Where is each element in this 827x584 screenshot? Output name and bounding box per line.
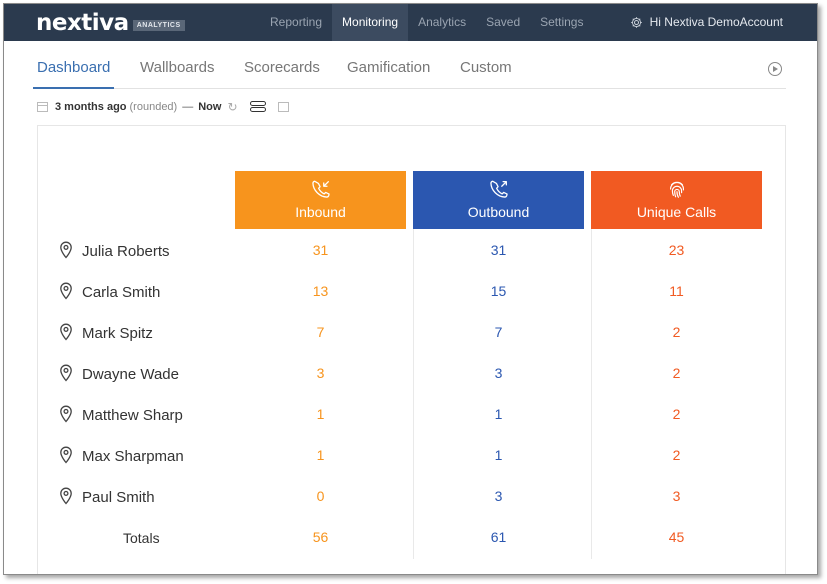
- logo-badge: ANALYTICS: [132, 19, 185, 31]
- outbound-total: 61: [490, 529, 507, 545]
- location-pin-icon: [60, 487, 72, 505]
- gear-icon[interactable]: [630, 16, 643, 29]
- tab-wallboards[interactable]: Wallboards: [140, 48, 214, 88]
- nextiva-logo[interactable]: nextiva ANALYTICS: [36, 10, 185, 36]
- table-row[interactable]: Max Sharpman 1 1 2: [38, 441, 787, 471]
- table-row[interactable]: Dwayne Wade 3 3 2: [38, 359, 787, 389]
- inbound-count: 1: [316, 406, 325, 422]
- column-label-outbound: Outbound: [467, 204, 530, 220]
- column-header-outbound[interactable]: Outbound: [413, 171, 584, 229]
- table-row[interactable]: Mark Spitz 7 7 2: [38, 318, 787, 348]
- inbound-count: 1: [316, 447, 325, 463]
- inbound-total: 56: [312, 529, 329, 545]
- tab-gamification[interactable]: Gamification: [347, 48, 430, 88]
- agent-name: Max Sharpman: [82, 448, 184, 465]
- inbound-count: 0: [316, 488, 325, 504]
- agent-name: Julia Roberts: [82, 243, 170, 260]
- table-row[interactable]: Paul Smith 0 3 3: [38, 482, 787, 512]
- totals-row: Totals 56 61 45: [38, 523, 787, 553]
- column-label-unique-calls: Unique Calls: [636, 204, 717, 220]
- inbound-count: 3: [316, 365, 325, 381]
- tab-dashboard[interactable]: Dashboard: [32, 48, 115, 89]
- agent-name: Paul Smith: [82, 489, 155, 506]
- column-header-inbound[interactable]: Inbound: [235, 171, 406, 229]
- table-row[interactable]: Julia Roberts 31 31 23: [38, 236, 787, 266]
- nav-item-reporting[interactable]: Reporting: [260, 4, 332, 41]
- unique-calls-count: 2: [672, 365, 681, 381]
- unique-calls-count: 3: [672, 488, 681, 504]
- main-nav: Reporting Monitoring Analytics Saved Set…: [260, 4, 593, 41]
- nav-item-analytics[interactable]: Analytics: [408, 4, 476, 41]
- play-icon[interactable]: [768, 62, 782, 76]
- location-pin-icon: [60, 282, 72, 300]
- outbound-count: 1: [494, 406, 503, 422]
- unique-calls-total: 45: [668, 529, 685, 545]
- calendar-icon[interactable]: [37, 102, 48, 112]
- incoming-call-icon: [310, 178, 332, 205]
- agent-name: Carla Smith: [82, 284, 161, 301]
- agent-name: Mark Spitz: [82, 325, 153, 342]
- outbound-count: 15: [490, 283, 507, 299]
- time-range-separator: —: [182, 101, 194, 113]
- inbound-count: 31: [312, 242, 329, 258]
- unique-calls-count: 2: [672, 324, 681, 340]
- top-nav-bar: nextiva ANALYTICS Reporting Monitoring A…: [4, 4, 817, 41]
- location-pin-icon: [60, 405, 72, 423]
- fingerprint-icon: [666, 178, 688, 205]
- tab-scorecards[interactable]: Scorecards: [244, 48, 320, 88]
- time-range-from[interactable]: 3 months ago: [55, 101, 127, 113]
- nav-item-monitoring[interactable]: Monitoring: [332, 4, 409, 41]
- totals-label: Totals: [123, 530, 160, 546]
- outbound-count: 3: [494, 365, 503, 381]
- outgoing-call-icon: [488, 178, 510, 205]
- table-row[interactable]: Carla Smith 13 15 11: [38, 277, 787, 307]
- agent-name: Dwayne Wade: [82, 366, 179, 383]
- tab-custom[interactable]: Custom: [460, 48, 512, 88]
- wallboard-panel: Inbound Outbound Unique Calls Julia Robe…: [37, 125, 787, 574]
- user-menu[interactable]: Hi Nextiva DemoAccount: [630, 4, 783, 41]
- unique-calls-count: 2: [672, 447, 681, 463]
- unique-calls-count: 23: [668, 242, 685, 258]
- nav-item-saved[interactable]: Saved: [476, 4, 530, 41]
- outbound-count: 3: [494, 488, 503, 504]
- export-icon[interactable]: [277, 102, 289, 112]
- column-header-unique-calls[interactable]: Unique Calls: [591, 171, 762, 229]
- agent-name: Matthew Sharp: [82, 407, 183, 424]
- unique-calls-count: 11: [669, 283, 684, 299]
- refresh-icon[interactable]: ↻: [227, 100, 237, 114]
- time-range-bar: 3 months ago (rounded) — Now ↻: [37, 98, 289, 116]
- time-range-note: (rounded): [129, 101, 178, 113]
- nav-item-settings[interactable]: Settings: [530, 4, 593, 41]
- logo-text: nextiva: [36, 10, 129, 36]
- dashboard-tabs: Dashboard Wallboards Scorecards Gamifica…: [32, 48, 786, 89]
- location-pin-icon: [60, 364, 72, 382]
- table-row[interactable]: Matthew Sharp 1 1 2: [38, 400, 787, 430]
- inbound-count: 13: [312, 283, 329, 299]
- location-pin-icon: [60, 446, 72, 464]
- outbound-count: 31: [490, 242, 507, 258]
- location-pin-icon: [60, 323, 72, 341]
- inbound-count: 7: [316, 324, 325, 340]
- outbound-count: 7: [494, 324, 503, 340]
- outbound-count: 1: [494, 447, 503, 463]
- user-greeting: Hi Nextiva DemoAccount: [649, 15, 783, 29]
- app-window: nextiva ANALYTICS Reporting Monitoring A…: [3, 3, 818, 575]
- location-pin-icon: [60, 241, 72, 259]
- time-range-to[interactable]: Now: [198, 101, 221, 113]
- toggle-view-icon[interactable]: [249, 101, 266, 113]
- column-label-inbound: Inbound: [295, 204, 346, 220]
- unique-calls-count: 2: [672, 406, 681, 422]
